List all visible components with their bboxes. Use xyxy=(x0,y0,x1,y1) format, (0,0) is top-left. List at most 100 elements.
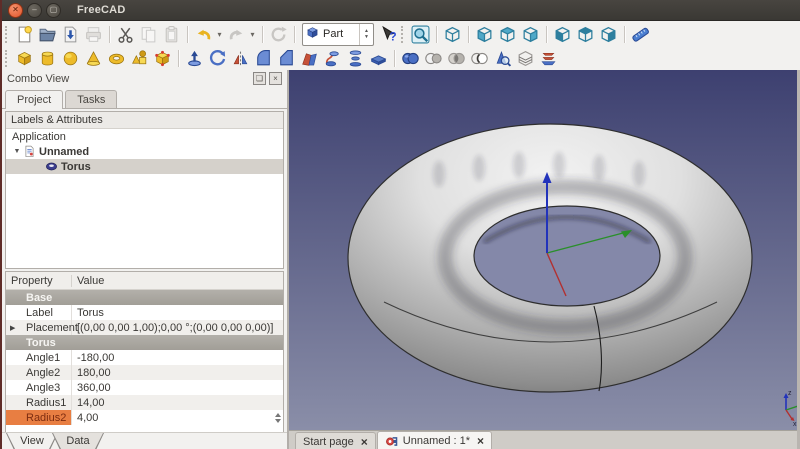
cut-icon[interactable] xyxy=(115,24,136,45)
redo-history-dropdown[interactable]: ▾ xyxy=(248,30,257,39)
measure-linear-icon[interactable] xyxy=(630,24,651,45)
cross-sections-icon[interactable] xyxy=(515,48,536,69)
part-fillet-icon[interactable] xyxy=(253,48,274,69)
view-front-icon[interactable] xyxy=(474,24,495,45)
window-close-button[interactable]: ✕ xyxy=(8,3,23,18)
3d-viewport[interactable]: z y x xyxy=(289,70,797,430)
property-name-label: Radius1 xyxy=(26,397,66,409)
view-left-icon[interactable] xyxy=(598,24,619,45)
mdi-tab-unnamed-1-[interactable]: Unnamed : 1*× xyxy=(377,431,492,449)
part-box-icon[interactable] xyxy=(14,48,35,69)
part-mirror-icon[interactable] xyxy=(230,48,251,69)
property-row-radius2[interactable]: Radius24,00 xyxy=(6,410,283,425)
undo-history-dropdown[interactable]: ▾ xyxy=(215,30,224,39)
tree-item-torus[interactable]: Torus xyxy=(6,159,283,174)
window-minimize-button[interactable]: – xyxy=(27,3,42,18)
panel-close-button[interactable]: × xyxy=(269,72,282,85)
tree-item-unnamed[interactable]: ▼ Unnamed xyxy=(6,144,283,159)
workbench-selector[interactable]: Part▲▼ xyxy=(302,23,374,46)
property-group-base: Base xyxy=(6,290,283,305)
panel-float-button[interactable]: ❏ xyxy=(253,72,266,85)
part-primitives-icon[interactable] xyxy=(129,48,150,69)
tree-header: Labels & Attributes xyxy=(6,112,283,129)
view-top-icon[interactable] xyxy=(497,24,518,45)
tab-project[interactable]: Project xyxy=(5,90,63,109)
copy-icon[interactable] xyxy=(138,24,159,45)
boolean-cut-icon[interactable] xyxy=(423,48,444,69)
undo-icon[interactable] xyxy=(193,24,214,45)
part-ruled-surface-icon[interactable] xyxy=(299,48,320,69)
mdi-tab-start-page[interactable]: Start page× xyxy=(295,432,376,449)
property-row-placement[interactable]: ▶Placement[(0,00 0,00 1,00);0,00 °;(0,00… xyxy=(6,320,283,335)
boolean-section-icon[interactable] xyxy=(469,48,490,69)
tab-close-icon[interactable]: × xyxy=(361,436,368,448)
document-icon xyxy=(22,145,37,158)
part-torus-icon[interactable] xyxy=(106,48,127,69)
window-maximize-button[interactable]: ▢ xyxy=(46,3,61,18)
check-geometry-icon[interactable] xyxy=(492,48,513,69)
boolean-common-icon[interactable] xyxy=(446,48,467,69)
refresh-icon[interactable] xyxy=(268,24,289,45)
property-row-radius1[interactable]: Radius1 14,00 xyxy=(6,395,283,410)
column-header-value: Value xyxy=(72,275,283,287)
combo-view-title: Combo View xyxy=(7,73,69,85)
property-name-cell: Angle3 xyxy=(6,380,72,395)
property-name-cell: Radius1 xyxy=(6,395,72,410)
tree-item-application[interactable]: Application xyxy=(6,129,283,144)
tab-tasks[interactable]: Tasks xyxy=(65,90,117,108)
part-cylinder-icon[interactable] xyxy=(37,48,58,69)
tab-close-icon[interactable]: × xyxy=(477,435,484,447)
property-row-label[interactable]: LabelTorus xyxy=(6,305,283,320)
open-document-icon[interactable] xyxy=(37,24,58,45)
whats-this-icon[interactable]: ? xyxy=(378,24,399,45)
toolbar-separator xyxy=(624,26,625,43)
part-sphere-icon[interactable] xyxy=(60,48,81,69)
property-value-cell: 14,00 xyxy=(72,395,283,410)
triad-z-label: z xyxy=(788,390,792,397)
part-cone-icon[interactable] xyxy=(83,48,104,69)
print-icon[interactable] xyxy=(83,24,104,45)
toolbar-separator xyxy=(294,26,295,43)
part-shape-builder-icon[interactable] xyxy=(152,48,173,69)
view-bottom-icon[interactable] xyxy=(575,24,596,45)
property-value-cell[interactable]: 4,00 xyxy=(72,410,283,425)
part-thickness-icon[interactable] xyxy=(538,48,559,69)
part-loft-icon[interactable] xyxy=(345,48,366,69)
axis-triad: z y x xyxy=(784,390,798,428)
workbench-cube-icon xyxy=(305,25,320,43)
boolean-union-icon[interactable] xyxy=(400,48,421,69)
part-sweep-icon[interactable] xyxy=(322,48,343,69)
part-chamfer-icon[interactable] xyxy=(276,48,297,69)
toolbar-drag-handle[interactable] xyxy=(401,26,406,43)
fit-all-icon[interactable] xyxy=(410,24,431,45)
spinner-down-icon[interactable] xyxy=(275,419,281,423)
property-row-angle1[interactable]: Angle1-180,00 xyxy=(6,350,283,365)
property-row-angle2[interactable]: Angle2180,00 xyxy=(6,365,283,380)
part-revolve-icon[interactable] xyxy=(207,48,228,69)
paste-icon[interactable] xyxy=(161,24,182,45)
combo-view-titlebar: Combo View ❏ × xyxy=(2,70,287,87)
tab-data[interactable]: Data xyxy=(52,433,104,449)
tree-expander-icon[interactable]: ▼ xyxy=(12,148,22,155)
view-rear-icon[interactable] xyxy=(552,24,573,45)
part-section-icon[interactable] xyxy=(368,48,389,69)
workbench-selector-spinner-icon[interactable]: ▲▼ xyxy=(359,24,373,45)
part-extrude-icon[interactable] xyxy=(184,48,205,69)
expander-icon[interactable]: ▶ xyxy=(10,324,15,332)
save-document-icon[interactable] xyxy=(60,24,81,45)
view-axonometric-icon[interactable] xyxy=(442,24,463,45)
tree-item-label: Torus xyxy=(61,161,91,173)
property-row-angle3[interactable]: Angle3360,00 xyxy=(6,380,283,395)
spinner-up-icon[interactable] xyxy=(275,413,281,417)
new-document-icon[interactable] xyxy=(14,24,35,45)
tab-view[interactable]: View xyxy=(6,433,58,449)
view-right-icon[interactable] xyxy=(520,24,541,45)
value-spinner-icon[interactable] xyxy=(275,413,281,423)
toolbar-separator xyxy=(262,26,263,43)
toolbar-separator xyxy=(178,50,179,67)
toolbar-drag-handle[interactable] xyxy=(5,50,10,67)
redo-icon[interactable] xyxy=(226,24,247,45)
toolbar-drag-handle[interactable] xyxy=(5,26,10,43)
column-header-property: Property xyxy=(6,275,72,287)
toolbar-part xyxy=(2,47,800,70)
